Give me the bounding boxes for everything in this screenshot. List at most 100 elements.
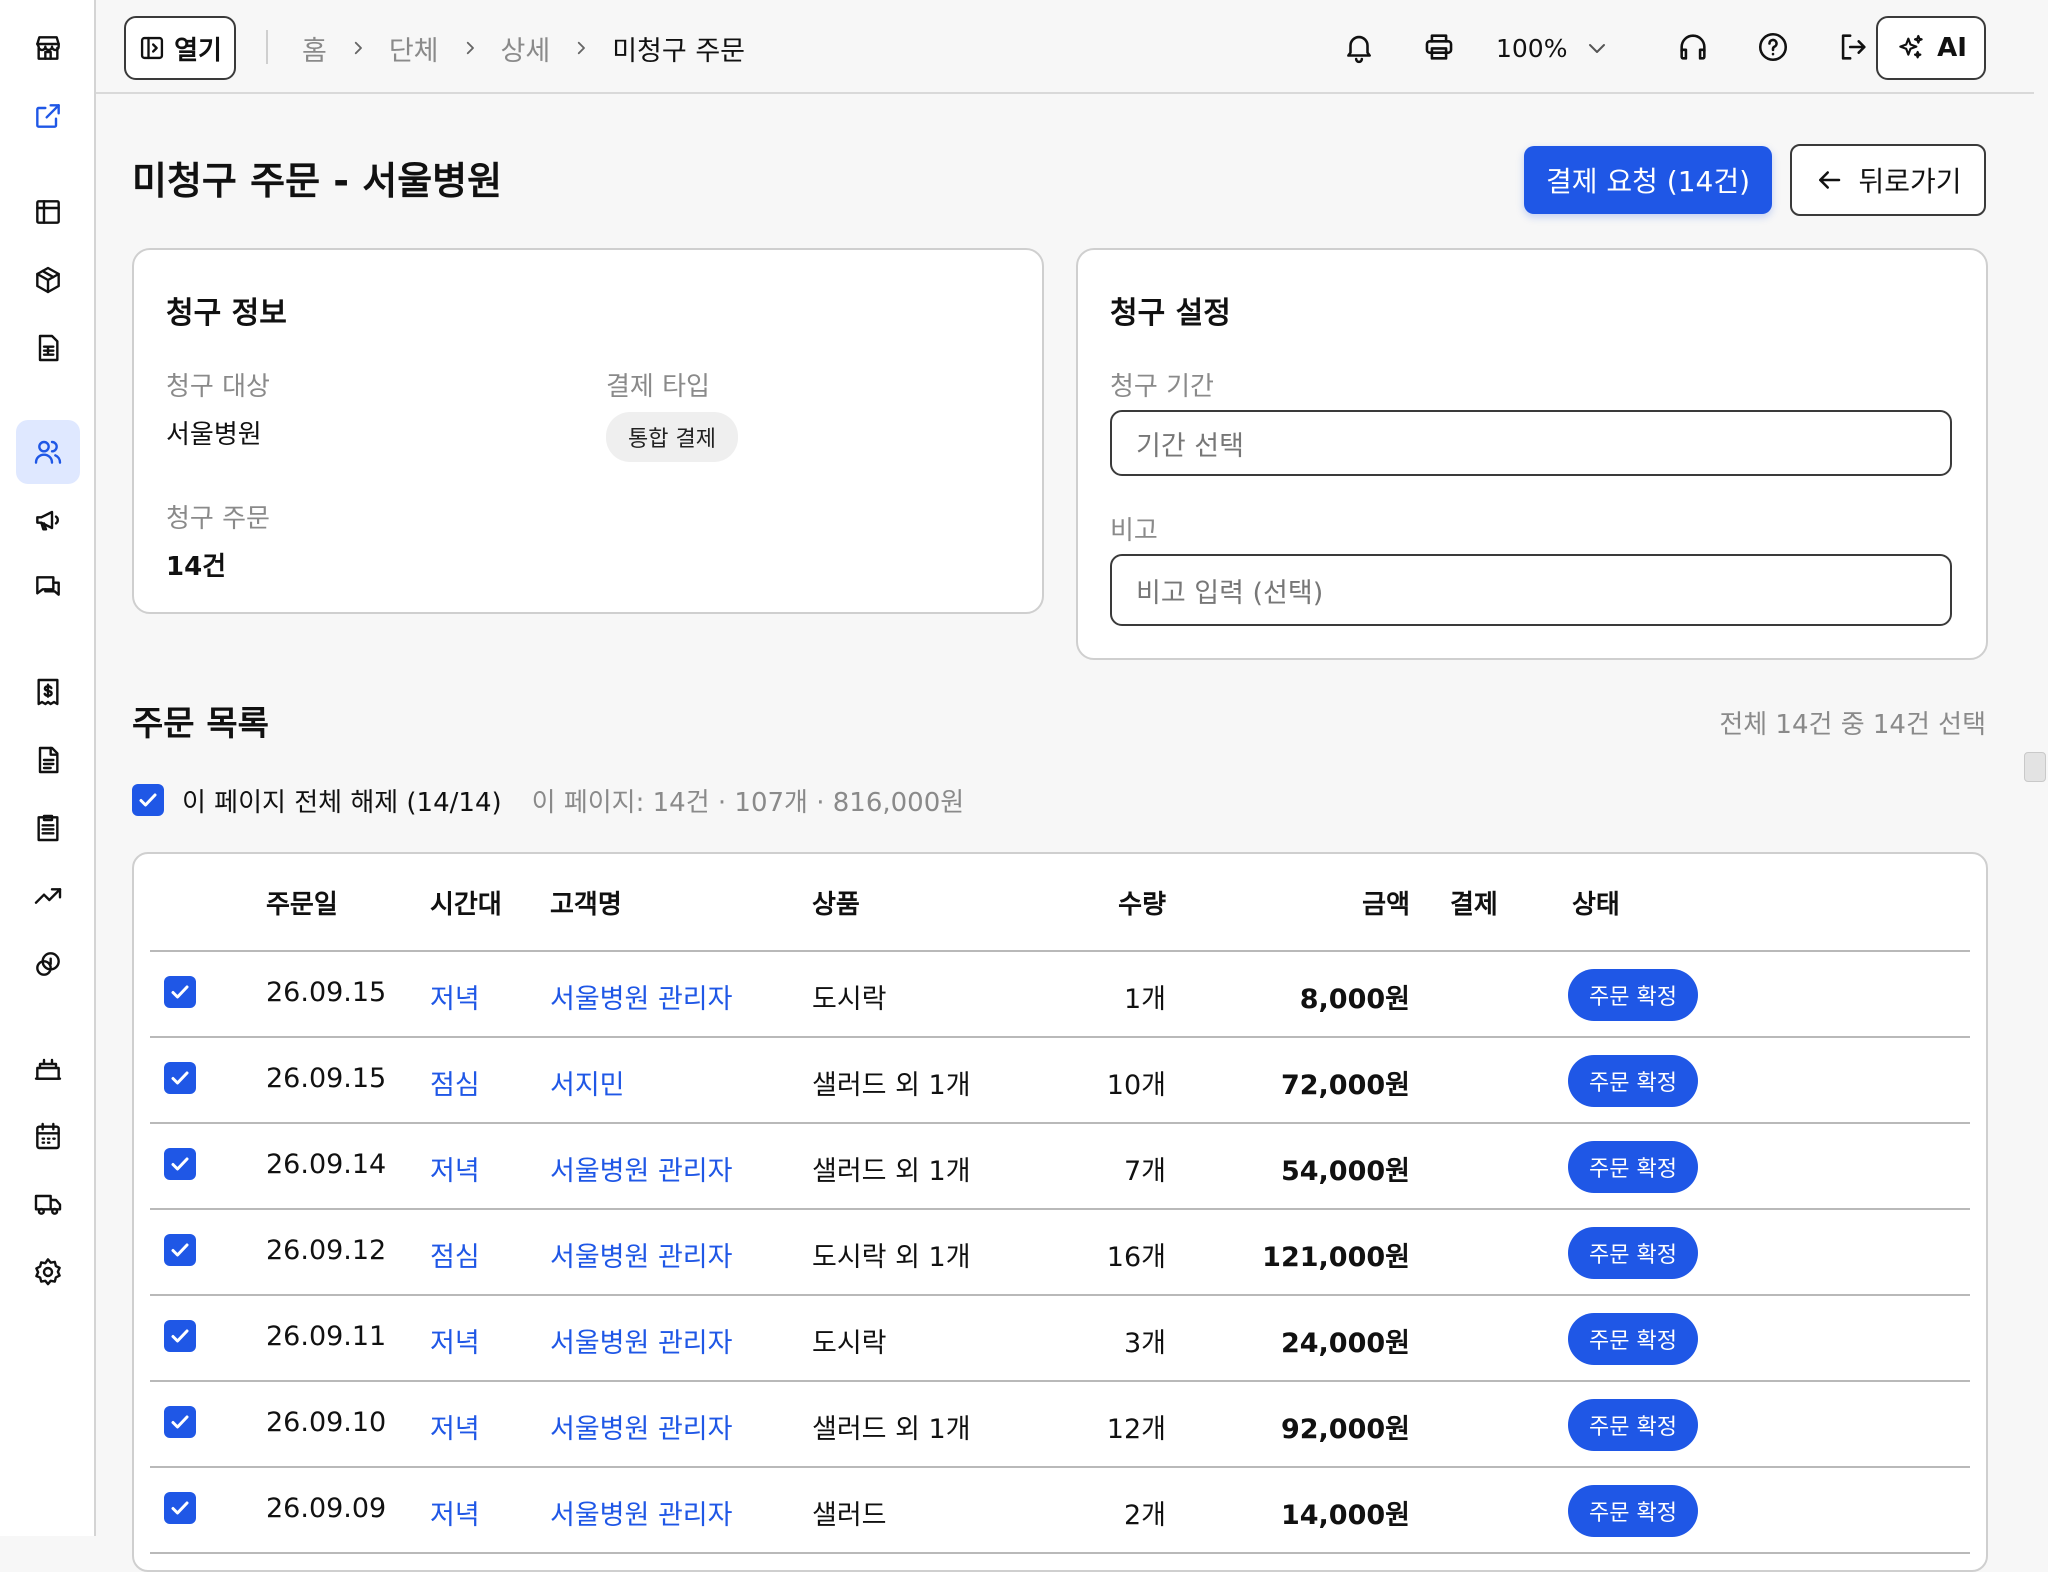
clipboard-list-icon[interactable]	[16, 796, 80, 860]
billing-settings-card: 청구 설정 청구 기간 기간 선택 비고 비고 입력 (선택)	[1076, 248, 1988, 660]
chat-icon[interactable]	[16, 556, 80, 620]
row-checkbox[interactable]	[164, 1320, 196, 1352]
time-slot-link[interactable]: 저녁	[430, 1321, 480, 1360]
orders-title: 주문 목록	[132, 704, 269, 744]
external-link-icon[interactable]	[16, 84, 80, 148]
billing-target-label: 청구 대상	[166, 372, 270, 402]
table-row[interactable]: 26.09.12 점심 서울병원 관리자 도시락 외 1개 16개 121,000원 주문 …	[150, 1210, 1970, 1296]
row-checkbox[interactable]	[164, 1492, 196, 1524]
customer-link[interactable]: 서울병원 관리자	[550, 1235, 732, 1274]
zoom-value: 100%	[1496, 33, 1568, 63]
billing-target-value: 서울병원	[166, 420, 262, 450]
col-amount: 금액	[1362, 890, 1410, 920]
headset-icon[interactable]	[1670, 24, 1716, 70]
product: 샐러드	[812, 1500, 887, 1531]
status-badge[interactable]: 주문 확정	[1568, 969, 1698, 1021]
col-quantity: 수량	[1118, 890, 1166, 920]
col-product: 상품	[812, 890, 860, 920]
check-icon	[171, 1329, 189, 1343]
breadcrumb-detail[interactable]: 상세	[501, 29, 551, 68]
note-label: 비고	[1110, 516, 1158, 546]
status-badge[interactable]: 주문 확정	[1568, 1399, 1698, 1451]
time-slot-link[interactable]: 저녁	[430, 977, 480, 1016]
status-badge[interactable]: 주문 확정	[1568, 1313, 1698, 1365]
logout-icon[interactable]	[1830, 24, 1876, 70]
users-icon[interactable]	[16, 420, 80, 484]
row-checkbox[interactable]	[164, 1148, 196, 1180]
panel-toggle-icon	[140, 36, 164, 60]
status-badge[interactable]: 주문 확정	[1568, 1485, 1698, 1537]
customer-link[interactable]: 서울병원 관리자	[550, 1493, 732, 1532]
table-row[interactable]: 26.09.15 저녁 서울병원 관리자 도시락 1개 8,000원 주문 확정	[150, 952, 1970, 1038]
receipt-dollar-icon[interactable]	[16, 660, 80, 724]
coins-icon[interactable]	[16, 932, 80, 996]
calendar-icon[interactable]	[16, 1104, 80, 1168]
request-payment-button[interactable]: 결제 요청 (14건)	[1524, 146, 1772, 214]
customer-link[interactable]: 서울병원 관리자	[550, 1407, 732, 1446]
zoom-select[interactable]: 100%	[1496, 26, 1609, 70]
bell-icon[interactable]	[1336, 24, 1382, 70]
status-badge[interactable]: 주문 확정	[1568, 1055, 1698, 1107]
table-row[interactable]: 26.09.15 점심 서지민 샐러드 외 1개 10개 72,000원 주문 확정	[150, 1038, 1970, 1124]
ai-label: AI	[1937, 33, 1967, 63]
time-slot-link[interactable]: 점심	[430, 1063, 480, 1102]
time-slot-link[interactable]: 저녁	[430, 1149, 480, 1188]
row-checkbox[interactable]	[164, 1406, 196, 1438]
table-row[interactable]: 26.09.09 저녁 서울병원 관리자 샐러드 2개 14,000원 주문 확정	[150, 1468, 1970, 1554]
table-icon[interactable]	[16, 180, 80, 244]
ai-button[interactable]: AI	[1876, 16, 1986, 80]
order-date: 26.09.14	[266, 1149, 387, 1180]
order-date: 26.09.15	[266, 1063, 387, 1094]
table-row[interactable]: 26.09.11 저녁 서울병원 관리자 도시락 3개 24,000원 주문 확정	[150, 1296, 1970, 1382]
breadcrumb-home[interactable]: 홈	[302, 29, 327, 68]
amount: 121,000원	[1262, 1242, 1410, 1273]
quantity: 10개	[1106, 1070, 1166, 1101]
time-slot-link[interactable]: 점심	[430, 1235, 480, 1274]
select-all-label[interactable]: 이 페이지 전체 해제 (14/14)	[182, 782, 502, 819]
settings-icon[interactable]	[16, 1240, 80, 1304]
status-badge[interactable]: 주문 확정	[1568, 1141, 1698, 1193]
time-slot-link[interactable]: 저녁	[430, 1407, 480, 1446]
open-sidebar-label: 열기	[174, 35, 222, 66]
orders-selected-count: 전체 14건 중 14건 선택	[1719, 710, 1986, 740]
customer-link[interactable]: 서울병원 관리자	[550, 977, 732, 1016]
megaphone-icon[interactable]	[16, 488, 80, 552]
customer-link[interactable]: 서울병원 관리자	[550, 1149, 732, 1188]
check-icon	[171, 1157, 189, 1171]
table-row[interactable]: 26.09.14 저녁 서울병원 관리자 샐러드 외 1개 7개 54,000원 주문 확정	[150, 1124, 1970, 1210]
col-payment: 결제	[1450, 890, 1498, 920]
customer-link[interactable]: 서지민	[550, 1063, 625, 1102]
orders-table: 주문일 시간대 고객명 상품 수량 금액 결제 상태 26.09.15 저녁 서울병…	[132, 852, 1988, 1572]
truck-icon[interactable]	[16, 1172, 80, 1236]
printer-icon[interactable]	[1416, 24, 1462, 70]
breadcrumb-group[interactable]: 단체	[389, 29, 439, 68]
billing-info-title: 청구 정보	[166, 296, 287, 331]
row-checkbox[interactable]	[164, 1234, 196, 1266]
product: 샐러드 외 1개	[812, 1156, 971, 1187]
note-input[interactable]: 비고 입력 (선택)	[1110, 554, 1952, 626]
quantity: 12개	[1106, 1414, 1166, 1445]
store-icon[interactable]	[16, 16, 80, 80]
spreadsheet-icon[interactable]	[16, 316, 80, 380]
chevron-right-icon	[578, 41, 586, 55]
row-checkbox[interactable]	[164, 1062, 196, 1094]
amount: 24,000원	[1280, 1328, 1410, 1359]
row-checkbox[interactable]	[164, 976, 196, 1008]
open-sidebar-button[interactable]: 열기	[124, 16, 236, 80]
scroll-handle[interactable]	[2024, 752, 2046, 782]
help-icon[interactable]	[1750, 24, 1796, 70]
document-icon[interactable]	[16, 728, 80, 792]
back-button[interactable]: 뒤로가기	[1790, 144, 1986, 216]
cake-icon[interactable]	[16, 1036, 80, 1100]
quantity: 3개	[1123, 1328, 1166, 1359]
select-all-checkbox[interactable]	[132, 784, 164, 816]
box-icon[interactable]	[16, 248, 80, 312]
customer-link[interactable]: 서울병원 관리자	[550, 1321, 732, 1360]
time-slot-link[interactable]: 저녁	[430, 1493, 480, 1532]
product: 도시락	[812, 984, 887, 1015]
quantity: 7개	[1123, 1156, 1166, 1187]
trending-up-icon[interactable]	[16, 864, 80, 928]
billing-period-input[interactable]: 기간 선택	[1110, 410, 1952, 476]
table-row[interactable]: 26.09.10 저녁 서울병원 관리자 샐러드 외 1개 12개 92,000원 주문 확…	[150, 1382, 1970, 1468]
status-badge[interactable]: 주문 확정	[1568, 1227, 1698, 1279]
